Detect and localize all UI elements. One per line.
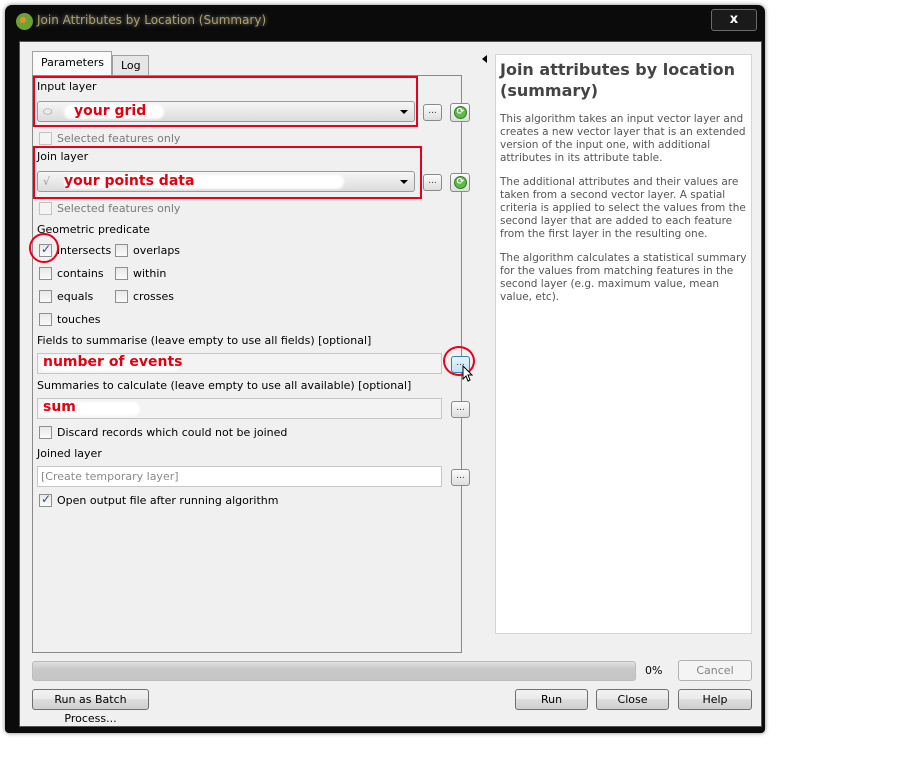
help-title: Join attributes by location (summary)	[500, 60, 736, 100]
refresh-icon: ⟳	[454, 106, 467, 119]
open-output-label: Open output file after running algorithm	[57, 494, 279, 507]
predicate-overlaps-label: overlaps	[133, 244, 181, 257]
fields-to-summarise-value: number of events	[43, 354, 183, 370]
run-as-batch-button[interactable]: Run as Batch Process...	[32, 689, 149, 725]
qgis-logo-icon	[16, 13, 33, 30]
input-layer-iterate-button[interactable]: ⟳	[450, 103, 470, 122]
dialog-body: Parameters Log Input layer ⬭ your grid .…	[19, 41, 762, 727]
discard-records-label: Discard records which could not be joine…	[57, 426, 288, 439]
help-button[interactable]: Help	[678, 689, 752, 710]
predicate-touches-label: touches	[57, 313, 101, 326]
fields-to-summarise-label: Fields to summarise (leave empty to use …	[37, 334, 372, 347]
predicate-crosses-label: crosses	[133, 290, 175, 303]
join-selected-only-label: Selected features only	[57, 202, 181, 215]
close-button[interactable]: Close	[596, 689, 669, 710]
joined-layer-input[interactable]: [Create temporary layer]	[37, 466, 442, 487]
help-paragraph: The additional attributes and their valu…	[500, 176, 746, 240]
predicate-within-label: within	[133, 267, 167, 280]
discard-records-checkbox[interactable]	[39, 426, 52, 439]
predicate-touches-checkbox[interactable]	[39, 313, 52, 326]
summaries-label: Summaries to calculate (leave empty to u…	[37, 379, 412, 392]
join-layer-iterate-button[interactable]: ⟳	[450, 173, 470, 192]
open-output-checkbox[interactable]	[39, 492, 52, 507]
collapse-help-arrow-icon[interactable]	[482, 55, 487, 63]
predicate-overlaps-checkbox[interactable]	[115, 244, 128, 257]
fields-to-summarise-input[interactable]: number of events	[37, 353, 442, 374]
predicate-contains-checkbox[interactable]	[39, 267, 52, 280]
predicate-contains-label: contains	[57, 267, 104, 280]
window-close-button[interactable]: x	[711, 9, 757, 31]
geometric-predicate-label: Geometric predicate	[37, 223, 150, 236]
progress-percent: 0%	[645, 664, 663, 677]
parameters-panel: Input layer ⬭ your grid ... ⟳ Selected f…	[29, 75, 475, 653]
tab-parameters[interactable]: Parameters	[32, 51, 112, 75]
predicate-equals-label: equals	[57, 290, 94, 303]
progress-bar	[32, 661, 636, 681]
joined-layer-placeholder: [Create temporary layer]	[41, 470, 179, 483]
joined-layer-browse-button[interactable]: ...	[451, 469, 470, 486]
join-layer-browse-button[interactable]: ...	[423, 174, 442, 191]
help-panel: Join attributes by location (summary) Th…	[495, 54, 752, 634]
dialog-window: Join Attributes by Location (Summary) x …	[5, 5, 765, 733]
input-selected-only-checkbox[interactable]	[39, 132, 52, 145]
help-paragraph: The algorithm calculates a statistical s…	[500, 252, 747, 303]
cancel-button[interactable]: Cancel	[678, 660, 752, 681]
predicate-within-checkbox[interactable]	[115, 267, 128, 280]
predicate-intersects-label: intersects	[57, 244, 112, 257]
mouse-cursor-icon	[462, 365, 474, 382]
predicate-crosses-checkbox[interactable]	[115, 290, 128, 303]
annotation-box-join-layer	[33, 146, 422, 199]
summaries-browse-button[interactable]: ...	[451, 401, 470, 418]
summaries-input[interactable]: sum	[37, 398, 442, 419]
annotation-box-input-layer	[33, 76, 418, 127]
input-selected-only-label: Selected features only	[57, 132, 181, 145]
join-selected-only-checkbox[interactable]	[39, 202, 52, 215]
run-button[interactable]: Run	[515, 689, 588, 710]
tab-log[interactable]: Log	[112, 55, 149, 75]
refresh-icon: ⟳	[454, 176, 467, 189]
annotation-circle-intersects	[29, 233, 59, 263]
predicate-equals-checkbox[interactable]	[39, 290, 52, 303]
title-bar: Join Attributes by Location (Summary) x	[5, 5, 765, 37]
input-layer-browse-button[interactable]: ...	[423, 104, 442, 121]
window-title: Join Attributes by Location (Summary)	[37, 13, 267, 27]
summaries-value: sum	[43, 399, 76, 415]
joined-layer-label: Joined layer	[37, 447, 102, 460]
help-paragraph: This algorithm takes an input vector lay…	[500, 113, 746, 164]
